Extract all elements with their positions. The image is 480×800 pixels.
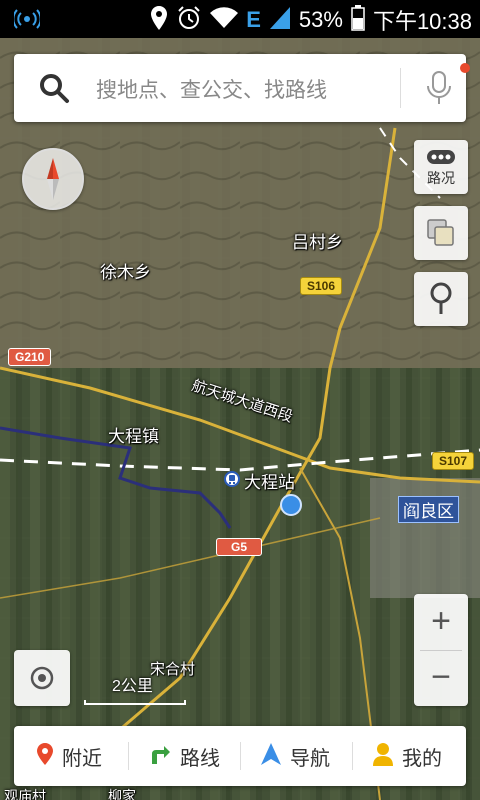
station-icon [224,470,240,491]
search-icon[interactable] [38,72,70,104]
scale-bar [84,700,186,705]
traffic-label: 路况 [427,171,455,187]
locate-button[interactable] [14,650,70,706]
user-icon [372,742,394,770]
signal-broadcast-icon [12,8,42,35]
navigate-button[interactable]: 导航 [260,726,330,786]
map-label-dacheng[interactable]: 大程镇 [108,422,159,447]
navigation-arrow-icon [260,742,282,770]
road-badge-s107: S107 [432,452,475,470]
nav-separator [128,742,129,770]
road-badge-s106: S106 [300,277,343,295]
map-label-liujia[interactable]: 柳家 [108,786,136,800]
location-icon [150,5,168,36]
search-input[interactable]: 搜地点、查公交、找路线 [96,74,327,104]
bottom-nav: 附近 路线 导航 我的 [14,726,466,786]
pin-icon [36,742,54,770]
traffic-button[interactable]: 路况 [414,140,468,194]
route-arrow-icon [148,742,172,770]
battery-percent: 53% [298,7,343,32]
battery-icon [351,4,365,36]
nearby-label: 附近 [62,745,102,770]
zoom-in-button[interactable]: + [414,594,468,650]
mic-icon[interactable] [424,70,454,106]
zoom-out-button[interactable]: − [414,650,468,706]
nav-separator [352,742,353,770]
map-label-xumu[interactable]: 徐木乡 [100,258,151,283]
route-label: 路线 [180,745,220,770]
district-label-yanliang[interactable]: 阎良区 [398,496,459,523]
zoom-control: + − [414,594,468,706]
network-type: E [246,7,261,32]
scale-label: 2公里 [112,678,153,695]
map-label-lucun[interactable]: 吕村乡 [292,228,343,253]
route-button[interactable]: 路线 [148,726,220,786]
wifi-icon [210,6,239,34]
notification-dot [460,63,470,73]
navigate-label: 导航 [290,745,330,770]
mine-button[interactable]: 我的 [372,726,442,786]
nearby-button[interactable]: 附近 [36,726,102,786]
station-label: 大程站 [244,473,295,493]
cell-signal-icon [269,6,291,35]
search-bar[interactable]: 搜地点、查公交、找路线 [14,54,470,122]
alarm-icon [176,5,202,36]
locate-icon [28,664,56,696]
search-divider [400,68,401,108]
nav-separator [240,742,241,770]
layers-button[interactable] [414,206,468,260]
current-location-dot [280,494,302,516]
compass-icon[interactable] [22,148,84,210]
map-scale: 2公里 [84,672,188,708]
traffic-icon [427,148,455,170]
road-badge-g5: G5 [216,538,263,556]
layers-icon [426,218,456,252]
status-bar: E 53% 下午10:38 [0,0,480,38]
mine-label: 我的 [402,745,442,770]
location-pin-button[interactable] [414,272,468,326]
clock: 下午10:38 [372,9,472,34]
map-label-guanmiao[interactable]: 观庙村 [4,786,46,800]
road-badge-g210: G210 [8,348,52,366]
location-pin-icon [429,282,453,320]
station-marker[interactable]: 大程站 [224,468,295,493]
